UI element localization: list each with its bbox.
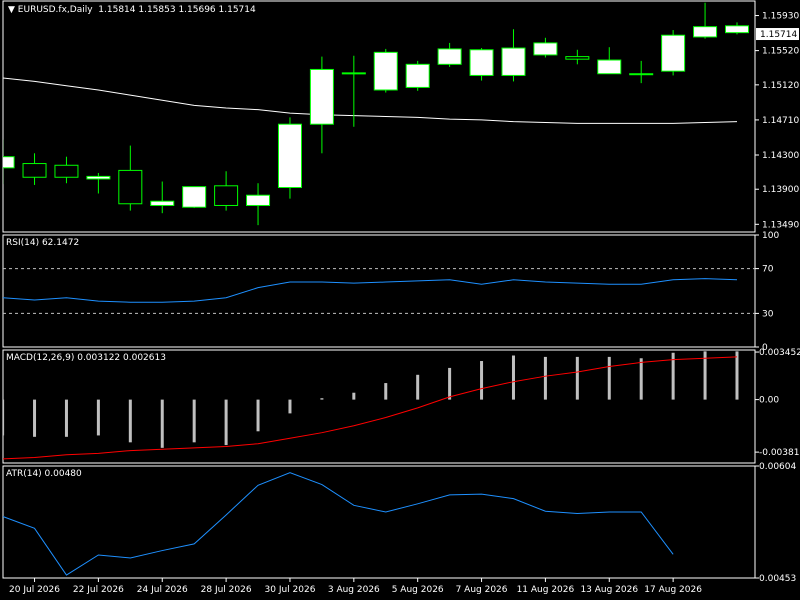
candle-body (22, 163, 47, 178)
pane-plot-2 (3, 351, 739, 460)
macd-y-tick-label: 0.00 (759, 396, 779, 406)
macd-histogram-bar (224, 399, 228, 446)
x-axis-label: 5 Aug 2026 (392, 585, 444, 595)
x-axis-label: 11 Aug 2026 (517, 585, 575, 595)
pane-plot-0 (3, 2, 749, 226)
price-panel-title: ▼ EURUSD.fx,Daily 1.15814 1.15853 1.1569… (8, 5, 256, 15)
macd-y-tick-label: 0.003452 (759, 348, 800, 358)
macd-histogram-bar (448, 367, 452, 400)
rsi-title: RSI(14) 62.1472 (6, 238, 80, 248)
macd-histogram-bar (416, 374, 420, 400)
atr-title: ATR(14) 0.00480 (6, 469, 82, 479)
candle-body (373, 51, 398, 91)
macd-histogram-bar (192, 399, 196, 443)
x-axis-label: 3 Aug 2026 (328, 585, 380, 595)
candle-body (565, 56, 590, 60)
candle-body (150, 200, 175, 206)
candle-body (86, 175, 111, 180)
price-y-tick-label: 1.13490 (762, 220, 799, 230)
candle-body (182, 186, 207, 208)
pane-frame-1 (2, 234, 756, 348)
candle-body (246, 194, 271, 206)
candle-body (309, 68, 334, 125)
rsi-y-tick-label: 30 (762, 309, 774, 319)
candle-body (277, 123, 302, 189)
candle-body (629, 73, 654, 76)
macd-histogram-bar (607, 356, 611, 400)
macd-histogram-bar (320, 398, 324, 400)
macd-histogram-bar (64, 399, 68, 437)
x-axis-label: 22 Jul 2026 (73, 585, 124, 595)
candle-body (118, 169, 143, 205)
macd-y-tick-label: -0.00381 (759, 448, 799, 458)
symbol-label: EURUSD.fx,Daily (17, 5, 93, 15)
macd-signal-line (3, 356, 738, 460)
candle-body (597, 59, 622, 75)
pane-plot-1 (3, 268, 755, 314)
price-y-tick-label: 1.15120 (762, 81, 799, 91)
candle-body (469, 49, 494, 76)
x-axis-label: 7 Aug 2026 (456, 585, 508, 595)
x-axis-label: 28 Jul 2026 (201, 585, 252, 595)
macd-histogram-bar (352, 392, 356, 400)
x-axis-label: 24 Jul 2026 (137, 585, 188, 595)
candle-body (661, 34, 686, 72)
pane-frame-3 (2, 465, 756, 579)
x-axis-label: 20 Jul 2026 (9, 585, 60, 595)
price-y-tick-label: 1.13900 (762, 185, 799, 195)
macd-histogram-bar (288, 399, 292, 414)
candle-body (501, 47, 526, 76)
rsi-y-tick-label: 100 (762, 231, 779, 241)
candle-body (3, 156, 15, 169)
candle-body (341, 72, 366, 75)
pane-plot-3 (3, 472, 674, 576)
candle-body (724, 25, 749, 34)
x-axis-label: 13 Aug 2026 (580, 585, 638, 595)
macd-histogram-bar (33, 399, 37, 437)
macd-histogram-bar (639, 358, 643, 400)
trading-chart: 1.15930 1.15520 1.15120 1.14710 1.14300 1.139… (2, 0, 800, 595)
candle-body (533, 42, 558, 56)
price-y-tick-label: 1.14710 (762, 116, 799, 126)
macd-histogram-bar (543, 356, 547, 400)
current-price-label: 1.15714 (760, 30, 797, 40)
moving-average-line (3, 77, 738, 124)
candle-body (693, 26, 718, 38)
rsi-line (3, 278, 738, 303)
atr-line (3, 472, 674, 576)
candle-body (437, 48, 462, 65)
x-axis-label: 17 Aug 2026 (644, 585, 702, 595)
macd-histogram-bar (511, 355, 515, 400)
price-y-tick-label: 1.14300 (762, 151, 799, 161)
atr-y-tick-label: 0.00453 (759, 574, 796, 584)
candle-body (214, 185, 239, 206)
candle-body (54, 164, 79, 178)
macd-histogram-bar (256, 399, 260, 432)
atr-y-tick-label: 0.00604 (759, 462, 796, 472)
macd-histogram-bar (575, 356, 579, 400)
ohlc-readout: 1.15814 1.15853 1.15696 1.15714 (98, 5, 256, 15)
x-axis-label: 30 Jul 2026 (265, 585, 316, 595)
macd-histogram-bar (160, 399, 164, 448)
macd-histogram-bar (735, 351, 739, 400)
rsi-y-tick-label: 70 (762, 265, 774, 275)
macd-title: MACD(12,26,9) 0.003122 0.002613 (6, 353, 166, 363)
macd-histogram-bar (384, 383, 388, 400)
macd-histogram-bar (96, 399, 100, 436)
candle-body (405, 63, 430, 88)
macd-histogram-bar (128, 399, 132, 443)
macd-histogram-bar (480, 361, 484, 400)
price-y-tick-label: 1.15930 (762, 12, 799, 22)
price-y-tick-label: 1.15520 (762, 47, 799, 57)
